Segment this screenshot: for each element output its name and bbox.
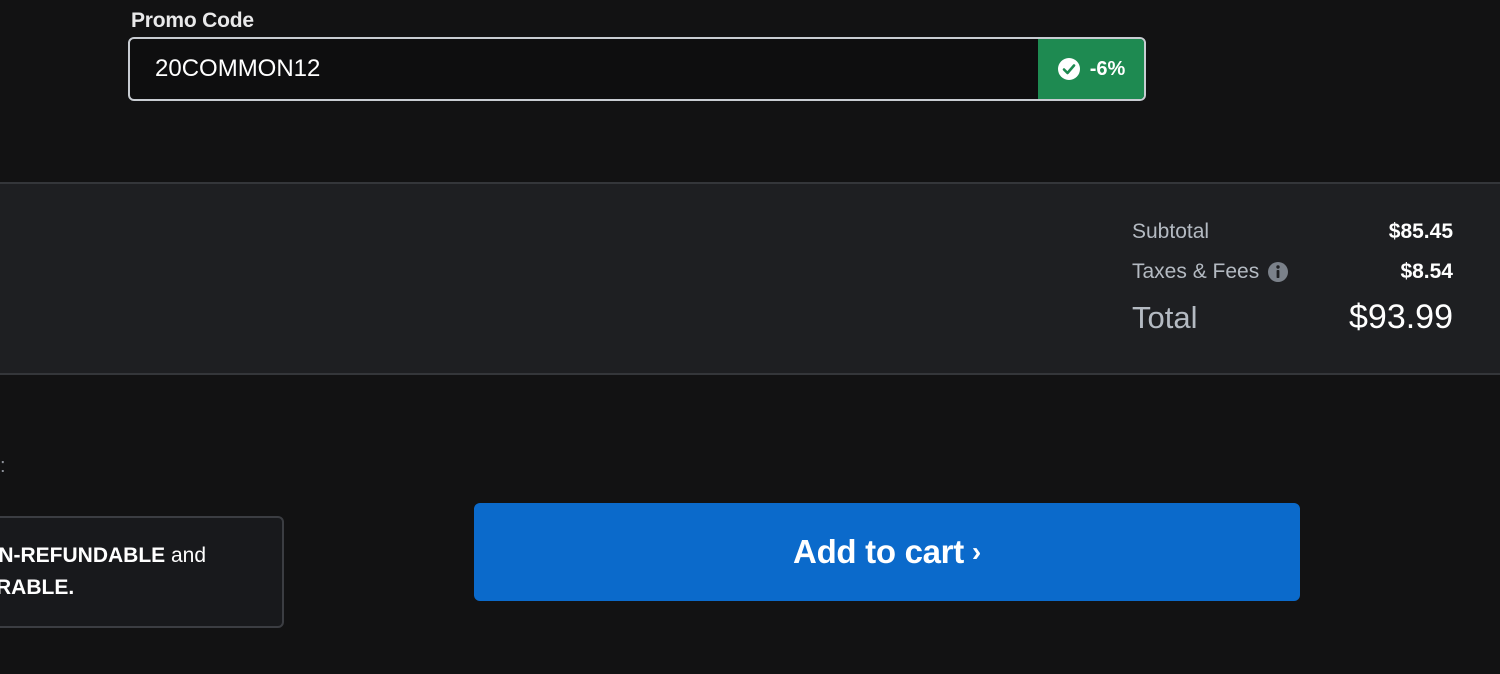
notice-line-1: ON-REFUNDABLE and	[0, 544, 206, 568]
taxes-row: Taxes & Fees $8.54	[1132, 260, 1453, 284]
taxes-value: $8.54	[1400, 260, 1453, 283]
checkout-page: Promo Code -6% Subtotal $85.45 Taxes & F…	[0, 0, 1500, 674]
taxes-label-group: Taxes & Fees	[1132, 260, 1289, 284]
total-label: Total	[1132, 299, 1198, 335]
notice-line-1-rest: and	[165, 544, 207, 567]
subtotal-label: Subtotal	[1132, 220, 1210, 243]
subtotal-row: Subtotal $85.45	[1132, 220, 1453, 244]
promo-applied-badge: -6%	[1038, 39, 1144, 99]
notice-line-2: ERABLE.	[0, 576, 74, 600]
notice-line-1-bold: ON-REFUNDABLE	[0, 544, 166, 567]
total-row: Total $93.99	[1132, 298, 1453, 337]
total-value: $93.99	[1349, 298, 1453, 336]
promo-code-field[interactable]: -6%	[128, 37, 1146, 101]
check-circle-icon	[1057, 58, 1080, 80]
promo-discount-text: -6%	[1089, 57, 1126, 80]
add-to-cart-label: Add to cart	[793, 533, 964, 570]
promo-code-input[interactable]	[130, 39, 1035, 99]
promo-code-label: Promo Code	[131, 9, 254, 32]
partial-text: :	[0, 455, 6, 477]
refund-notice-box: ON-REFUNDABLE and ERABLE.	[0, 516, 284, 628]
add-to-cart-button[interactable]: Add to cart ›	[474, 503, 1300, 601]
taxes-label: Taxes & Fees	[1132, 260, 1260, 283]
chevron-right-icon: ›	[971, 536, 981, 567]
order-summary: Subtotal $85.45 Taxes & Fees $8.54 Total…	[0, 182, 1500, 375]
subtotal-value: $85.45	[1388, 220, 1453, 243]
notice-line-2-bold: ERABLE.	[0, 576, 75, 599]
info-icon[interactable]	[1267, 261, 1289, 283]
